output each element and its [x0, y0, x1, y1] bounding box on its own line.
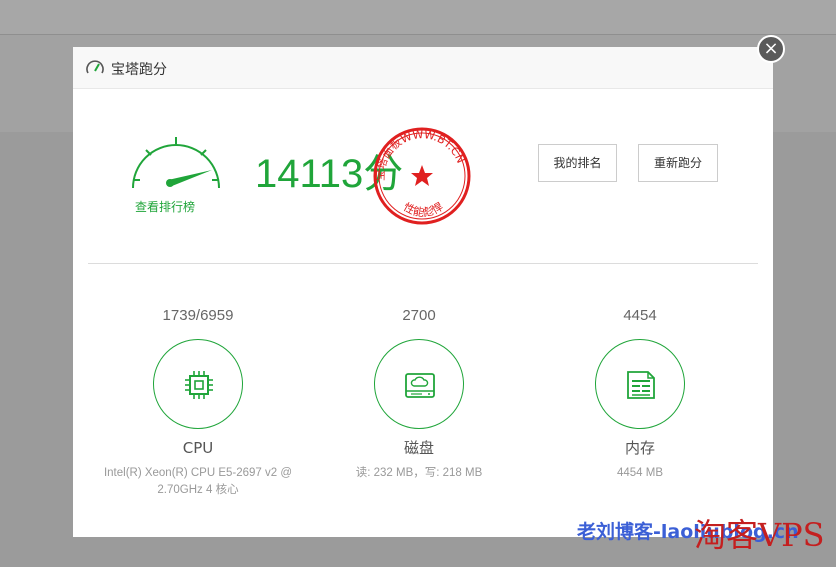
- memory-metric: 4454 内存 4454 MB: [530, 305, 750, 482]
- rerun-benchmark-button[interactable]: 重新跑分: [638, 144, 718, 182]
- cpu-metric: 1739/6959 CPU Intel(R) Xeon(R) CPU E5-26…: [88, 305, 308, 499]
- view-leaderboard-link[interactable]: 查看排行榜: [135, 198, 195, 215]
- disk-label: 磁盘: [403, 439, 434, 457]
- cpu-icon-circle: [153, 339, 243, 429]
- my-ranking-button[interactable]: 我的排名: [538, 144, 617, 182]
- disk-metric: 2700 磁盘 读: 232 MB，写: 218 MB: [309, 305, 529, 482]
- score-value: 14113: [255, 152, 364, 196]
- cpu-label: CPU: [182, 439, 214, 457]
- section-divider: [88, 263, 758, 264]
- speedometer-icon: [86, 60, 104, 74]
- background-header-bar: [0, 0, 836, 34]
- memory-label: 内存: [624, 439, 655, 457]
- star-icon: [411, 165, 433, 186]
- disk-score: 2700: [402, 307, 436, 324]
- seal-stamp: 宝塔面板WWW.BT.CN 性能彪悍: [373, 127, 471, 225]
- hard-disk-icon: [405, 373, 435, 398]
- cpu-score: 1739/6959: [162, 307, 234, 324]
- benchmark-dialog: 宝塔跑分 查看排行榜 14113分 宝塔面板WWW.BT.CN 性能彪悍 我的排…: [73, 47, 773, 537]
- cpu-chip-icon: [185, 371, 213, 399]
- dialog-header: 宝塔跑分: [73, 47, 773, 89]
- memory-score: 4454: [623, 307, 657, 324]
- close-button[interactable]: ×: [757, 35, 785, 63]
- memory-document-icon: [627, 371, 655, 399]
- gauge-icon: [132, 137, 220, 189]
- dialog-title: 宝塔跑分: [111, 62, 167, 78]
- disk-icon-circle: [374, 339, 464, 429]
- watermark-vps: 淘客VPS: [694, 516, 825, 554]
- memory-description: 4454 MB: [616, 467, 664, 479]
- cpu-description: Intel(R) Xeon(R) CPU E5-2697 v2 @ 2.70GH…: [103, 467, 293, 496]
- disk-description: 读: 232 MB，写: 218 MB: [355, 467, 483, 479]
- memory-icon-circle: [595, 339, 685, 429]
